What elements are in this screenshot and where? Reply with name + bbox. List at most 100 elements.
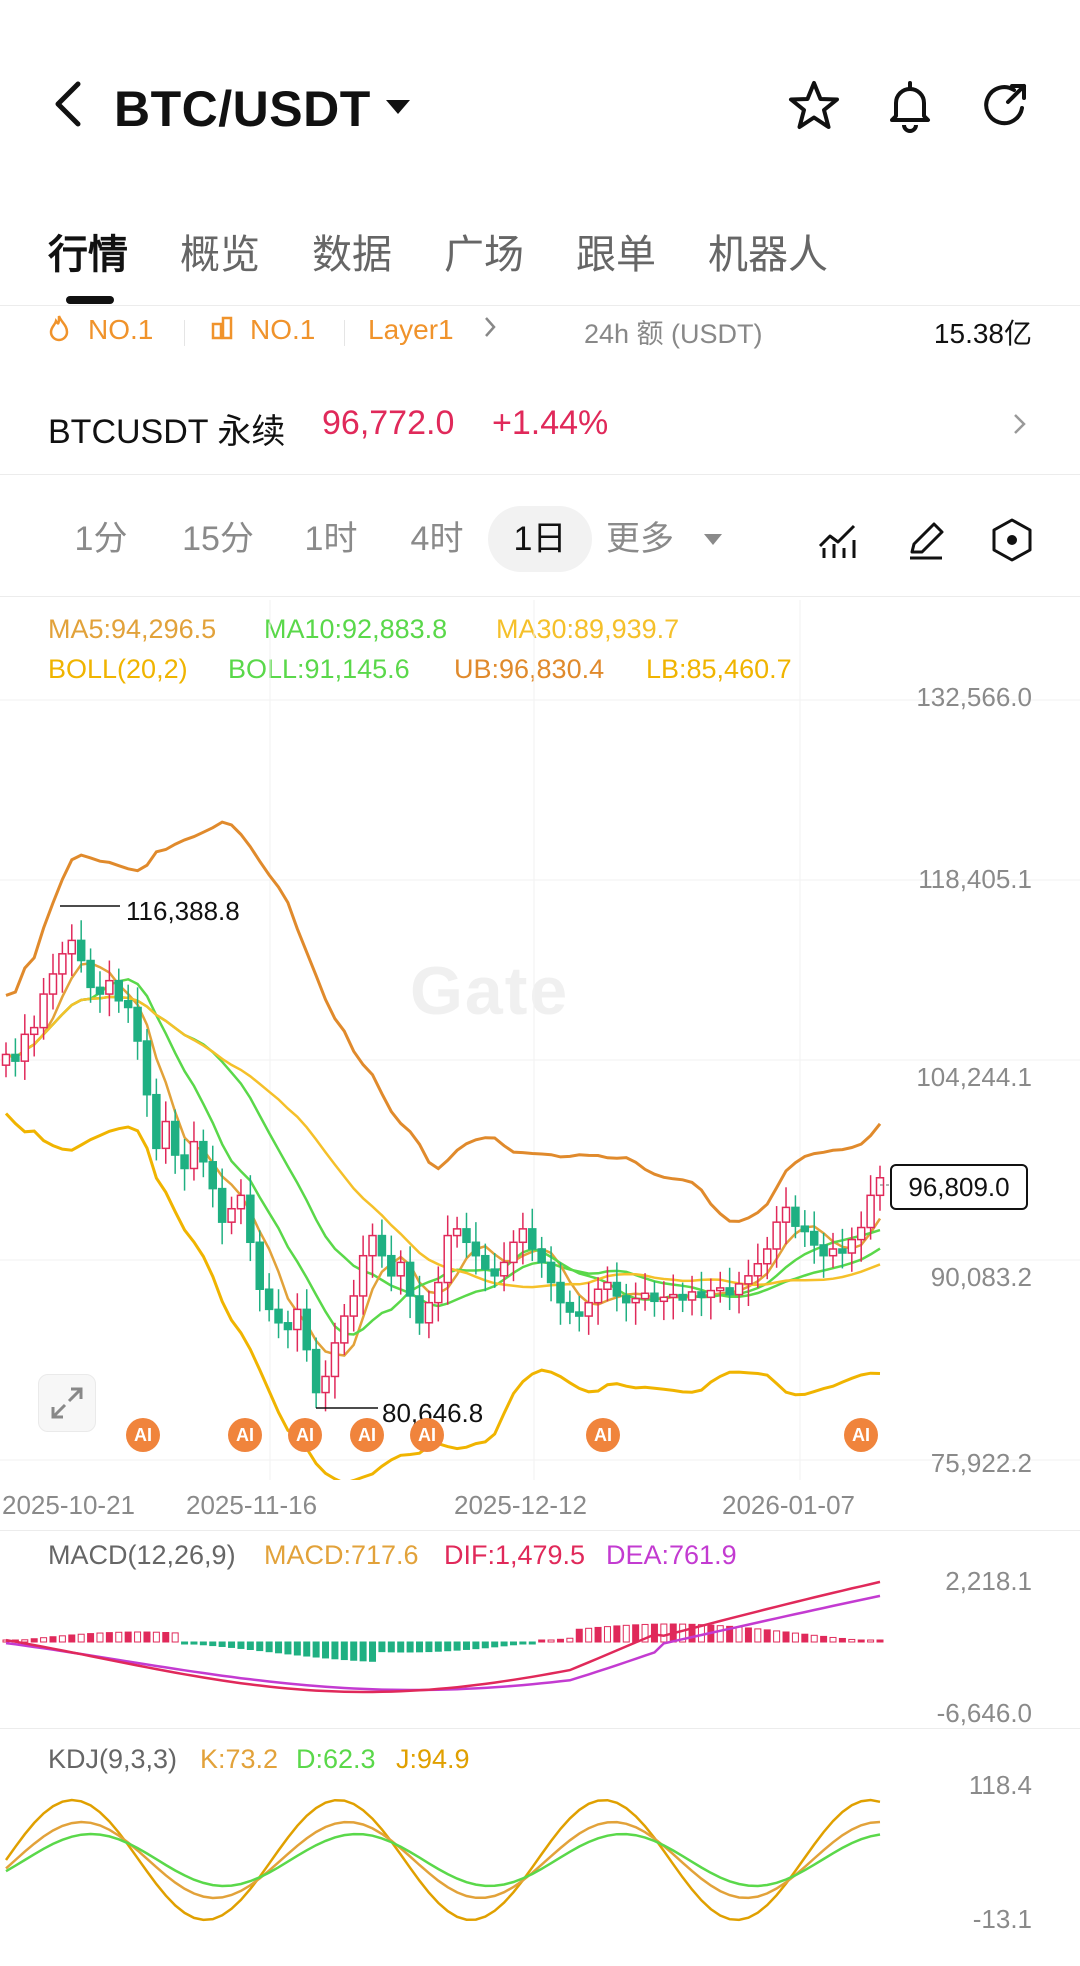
back-icon[interactable] [48,80,88,128]
macd-histogram-bar [105,1632,113,1643]
tab-data[interactable]: 数据 [312,222,392,280]
macd-histogram-bar [547,1639,555,1643]
candle-body [509,1241,518,1264]
ai-signal-badge[interactable]: AI [288,1418,322,1452]
macd-histogram-bar [650,1623,658,1643]
tab-copy-trading[interactable]: 跟单 [576,222,656,280]
candle-body [452,1228,462,1237]
pair-dropdown-icon[interactable] [386,100,410,114]
timeframe-1h[interactable]: 1时 [286,506,376,572]
volume-value: 15.38亿 [933,318,1032,349]
chevron-down-icon[interactable] [704,534,722,545]
indicator-icon[interactable] [814,516,862,564]
candle-body [377,1234,387,1257]
candle-body [462,1228,471,1244]
timeframe-4h[interactable]: 4时 [392,506,482,572]
candle-body [499,1261,509,1277]
macd-histogram-bar [594,1626,602,1643]
candle-body [565,1301,575,1313]
macd-histogram-bar [773,1630,781,1643]
macd-histogram-bar [857,1639,865,1643]
draw-pencil-icon[interactable] [902,516,950,564]
rank-tag[interactable]: NO.1 [250,314,315,346]
tab-bots[interactable]: 机器人 [708,222,828,280]
candle-body [246,1194,255,1244]
ai-signal-badge[interactable]: AI [410,1418,444,1452]
macd-histogram-bar [124,1631,132,1643]
macd-histogram-bar [509,1641,517,1646]
macd-histogram-bar [491,1641,499,1648]
category-tag[interactable]: Layer1 [368,314,454,346]
tab-overview[interactable]: 概览 [180,222,260,280]
chevron-right-icon[interactable] [1012,412,1028,436]
divider [0,1530,1080,1531]
candle-body [556,1281,565,1304]
candle-body [95,986,105,995]
candle-body [302,1308,311,1351]
candlestick-chart[interactable] [0,600,1080,1480]
candle-body [725,1287,734,1296]
tab-square[interactable]: 广场 [444,222,524,280]
ai-signal-badge[interactable]: AI [228,1418,262,1452]
candle-body [39,993,48,1029]
ai-signal-badge[interactable]: AI [586,1418,620,1452]
timeframe-more[interactable]: 更多 [606,506,706,572]
candle-body [668,1293,678,1299]
rank-tag[interactable]: NO.1 [88,314,153,346]
macd-histogram-bar [744,1627,752,1643]
candle-body [293,1308,302,1331]
status-bar [0,0,1080,20]
tab-market[interactable]: 行情 [48,222,128,280]
chevron-right-icon[interactable] [482,314,498,347]
macd-histogram-bar [21,1639,29,1643]
timeframe-15m[interactable]: 15分 [168,506,268,572]
candle-body [640,1292,650,1300]
ai-signal-badge[interactable]: AI [844,1418,878,1452]
timeframe-1d[interactable]: 1日 [488,506,592,572]
last-price-tag: 96,809.0 [890,1164,1028,1210]
settings-hexagon-icon[interactable] [988,516,1036,564]
share-icon[interactable] [978,78,1034,134]
candle-body [443,1234,452,1284]
macd-histogram-bar [275,1641,283,1654]
macd-chart[interactable] [0,1580,1080,1730]
macd-histogram-bar [369,1641,377,1662]
kdj-chart[interactable] [0,1770,1080,1940]
date-axis-label: 2025-12-12 [454,1490,587,1520]
candle-body [123,1000,133,1009]
candle-body [762,1248,772,1265]
macd-histogram-bar [735,1626,743,1643]
pair-title[interactable]: BTC/USDT [114,80,371,138]
price-axis-label: 132,566.0 [916,682,1032,712]
dif-label: DIF:1,479.5 [444,1540,586,1570]
ai-signal-badge[interactable]: AI [350,1418,384,1452]
candle-body [311,1348,321,1394]
candle-body [208,1161,218,1190]
macd-histogram-bar [538,1639,546,1643]
macd-histogram-bar [40,1637,48,1643]
candle-body [48,973,58,995]
macd-histogram-bar [829,1636,837,1643]
bell-icon[interactable] [882,78,938,134]
ai-signal-badge[interactable]: AI [126,1418,160,1452]
candle-body [189,1140,199,1170]
star-icon[interactable] [786,78,842,134]
candle-body [405,1261,415,1297]
expand-chart-button[interactable] [38,1374,96,1432]
candle-body [838,1248,847,1254]
candle-body [847,1238,857,1254]
macd-histogram-bar [331,1641,339,1660]
candle-body [819,1244,828,1257]
macd-histogram-bar [481,1641,489,1649]
macd-histogram-bar [782,1631,790,1643]
macd-histogram-bar [603,1626,611,1643]
candle-body [29,1026,39,1036]
timeframe-1m[interactable]: 1分 [56,506,146,572]
date-axis-label: 2025-11-16 [186,1490,318,1520]
candle-body [20,1033,30,1062]
high-price-annotation: 116,388.8 [126,896,240,926]
price-axis-label: 118,405.1 [918,864,1032,894]
candle-body [283,1322,293,1331]
candle-body [358,1254,368,1297]
macd-histogram-bar [425,1641,433,1653]
